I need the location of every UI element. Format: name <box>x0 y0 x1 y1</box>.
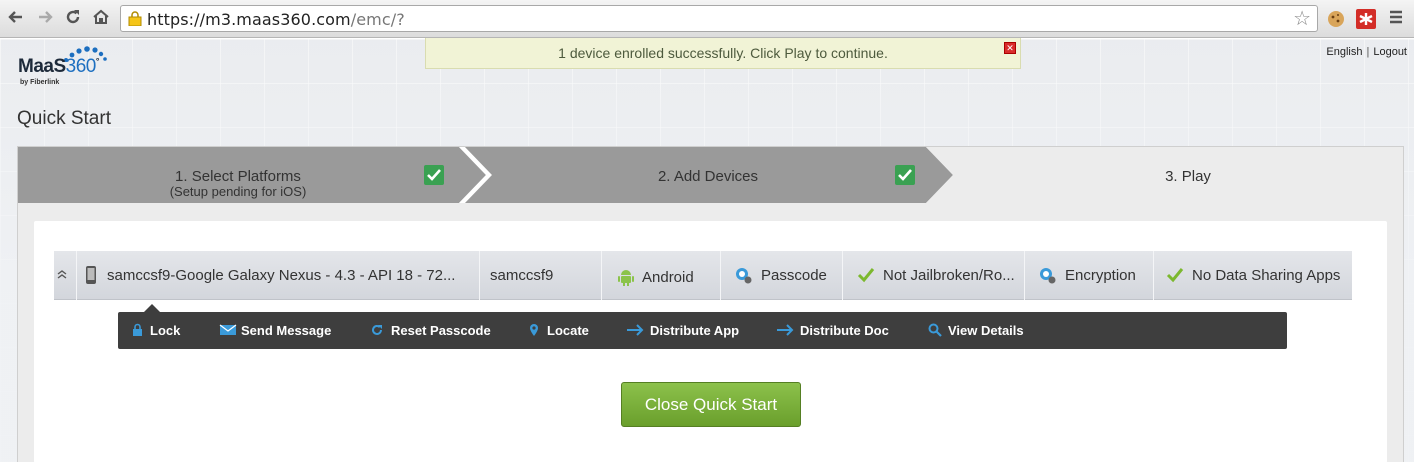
language-link[interactable]: English <box>1326 46 1362 58</box>
map-pin-icon <box>530 324 538 336</box>
forward-arrow-icon <box>39 11 53 23</box>
locate-label: Locate <box>547 323 589 338</box>
android-icon <box>618 270 634 286</box>
encryption-cell: Encryption <box>1024 251 1153 300</box>
logout-link[interactable]: Logout <box>1373 46 1407 58</box>
lock-label: Lock <box>150 323 181 338</box>
data-sharing-cell: No Data Sharing Apps <box>1153 251 1352 300</box>
reset-passcode-action[interactable]: Reset Passcode <box>370 312 500 349</box>
device-action-bar: Lock Send Message Reset Passcode Locate … <box>118 304 1287 349</box>
search-icon <box>928 323 942 337</box>
back-button[interactable] <box>6 8 26 28</box>
cookie-extension-icon[interactable] <box>1326 9 1346 29</box>
logo-wordmark: MaaS360° <box>18 56 99 77</box>
distribute-app-action[interactable]: Distribute App <box>626 312 751 349</box>
refresh-icon <box>372 324 382 335</box>
close-notification-icon[interactable]: ✕ <box>1004 42 1016 54</box>
link-separator: | <box>1366 46 1370 58</box>
reload-icon <box>66 10 80 24</box>
encryption-label: Encryption <box>1065 267 1136 284</box>
enrollment-notification: 1 device enrolled successfully. Click Pl… <box>425 38 1021 69</box>
lock-action[interactable]: Lock <box>132 312 192 349</box>
passcode-cell: Passcode <box>720 251 842 300</box>
send-message-action[interactable]: Send Message <box>219 312 339 349</box>
device-user: samccsf9 <box>490 267 554 284</box>
menu-button[interactable] <box>1386 8 1406 28</box>
collapse-chevron-icon[interactable] <box>56 269 68 282</box>
bookmark-star-icon[interactable]: ☆ <box>1293 8 1311 30</box>
notification-message: 1 device enrolled successfully. Click Pl… <box>558 45 888 61</box>
warning-lock-icon <box>128 11 142 26</box>
checkmark-icon <box>424 165 444 185</box>
page-title: Quick Start <box>17 108 111 129</box>
passcode-status-icon <box>736 268 752 284</box>
close-quick-start-button[interactable]: Close Quick Start <box>621 382 801 427</box>
forward-button[interactable] <box>35 8 55 28</box>
url-text: https://m3.maas360.com/emc/? <box>147 10 405 29</box>
step-3-label: 3. Play <box>1165 168 1211 185</box>
checkmark-icon <box>895 165 915 185</box>
distribute-app-label: Distribute App <box>650 323 740 338</box>
encryption-status-icon <box>1040 268 1056 284</box>
device-user-cell: samccsf9 <box>479 251 601 300</box>
reload-button[interactable] <box>63 8 83 28</box>
arrow-right-icon <box>627 324 644 336</box>
device-row[interactable]: samccsf9-Google Galaxy Nexus - 4.3 - API… <box>54 251 1352 300</box>
action-bar-pointer <box>144 304 160 312</box>
platform-cell: Android <box>601 251 720 300</box>
home-icon <box>93 9 109 24</box>
hamburger-menu-icon <box>1390 10 1402 24</box>
lock-icon <box>133 323 142 336</box>
step-2-label: 2. Add Devices <box>657 168 759 185</box>
home-button[interactable] <box>91 8 111 28</box>
browser-toolbar: https://m3.maas360.com/emc/? ☆ <box>0 0 1414 38</box>
send-message-label: Send Message <box>241 323 332 338</box>
data-sharing-label: No Data Sharing Apps <box>1192 267 1341 284</box>
reset-passcode-label: Reset Passcode <box>391 323 491 338</box>
passcode-label: Passcode <box>761 267 827 284</box>
distribute-doc-action[interactable]: Distribute Doc <box>776 312 901 349</box>
wizard-content: samccsf9-Google Galaxy Nexus - 4.3 - API… <box>34 221 1387 462</box>
step-1-label: 1. Select Platforms <box>175 168 301 185</box>
logo-subtitle: by Fiberlink <box>20 79 60 86</box>
device-name-cell[interactable]: samccsf9-Google Galaxy Nexus - 4.3 - API… <box>76 251 479 300</box>
checkmark-icon <box>857 268 875 283</box>
distribute-doc-label: Distribute Doc <box>800 323 889 338</box>
lastpass-extension-icon[interactable] <box>1356 9 1376 29</box>
platform-label: Android <box>642 269 694 286</box>
back-arrow-icon <box>8 11 22 23</box>
view-details-action[interactable]: View Details <box>928 312 1038 349</box>
phone-icon <box>86 266 96 284</box>
jailbreak-cell: Not Jailbroken/Ro... <box>842 251 1024 300</box>
arrow-right-icon <box>777 324 794 336</box>
quick-start-wizard: 1. Select Platforms (Setup pending for i… <box>17 146 1404 462</box>
checkmark-icon <box>1166 268 1184 283</box>
step-1-sublabel: (Setup pending for iOS) <box>169 184 307 199</box>
address-bar[interactable]: https://m3.maas360.com/emc/? ☆ <box>120 5 1318 32</box>
view-details-label: View Details <box>948 323 1024 338</box>
envelope-icon <box>219 324 237 335</box>
jailbreak-label: Not Jailbroken/Ro... <box>883 267 1015 284</box>
top-links: English | Logout <box>1326 46 1407 58</box>
locate-action[interactable]: Locate <box>529 312 599 349</box>
device-name: samccsf9-Google Galaxy Nexus - 4.3 - API… <box>107 267 456 284</box>
